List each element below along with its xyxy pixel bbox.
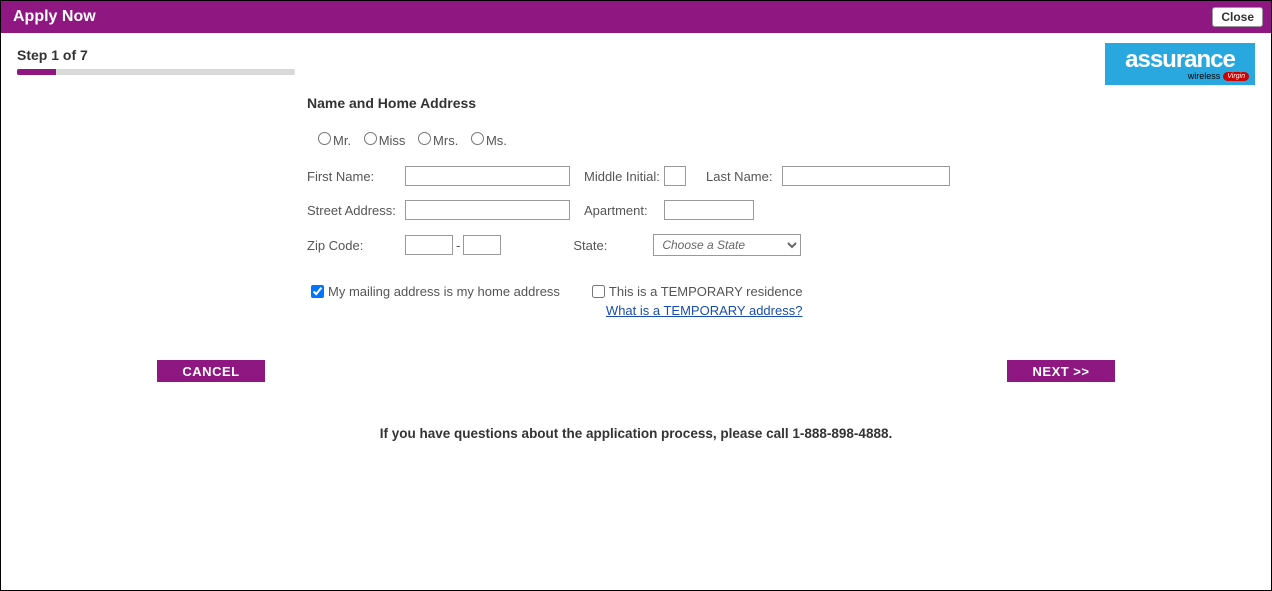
radio-mr[interactable]: Mr. [313, 133, 351, 148]
cancel-button[interactable]: CANCEL [157, 360, 265, 382]
radio-mrs-input[interactable] [418, 132, 431, 145]
radio-ms-input[interactable] [471, 132, 484, 145]
middle-initial-input[interactable] [664, 166, 686, 186]
content-area: Step 1 of 7 assurance wireless Virgin Na… [1, 33, 1271, 455]
street-address-input[interactable] [405, 200, 570, 220]
radio-miss-input[interactable] [364, 132, 377, 145]
step-label: Step 1 of 7 [17, 47, 1255, 63]
radio-miss[interactable]: Miss [359, 133, 406, 148]
app-window: Apply Now Close Step 1 of 7 assurance wi… [0, 0, 1272, 591]
first-name-input[interactable] [405, 166, 570, 186]
checkbox-mailing-home[interactable]: My mailing address is my home address [307, 284, 560, 318]
label-state: State: [573, 238, 653, 253]
last-name-input[interactable] [782, 166, 950, 186]
label-zip-code: Zip Code: [307, 238, 405, 253]
next-button[interactable]: NEXT >> [1007, 360, 1115, 382]
title-radio-group: Mr. Miss Mrs. Ms. [313, 129, 1007, 148]
form-area: Name and Home Address Mr. Miss Mrs. Ms. … [307, 95, 1007, 318]
virgin-badge: Virgin [1223, 72, 1249, 81]
row-name: First Name: Middle Initial: Last Name: [307, 166, 1007, 186]
state-select[interactable]: Choose a State [653, 234, 801, 256]
checkbox-temporary-input[interactable] [592, 285, 605, 298]
logo-sub-text: wireless Virgin [1188, 72, 1249, 81]
zip-dash: - [456, 238, 460, 253]
progress-fill [17, 69, 56, 75]
checkbox-row: My mailing address is my home address Th… [307, 284, 1007, 318]
temporary-address-link[interactable]: What is a TEMPORARY address? [606, 303, 803, 318]
radio-mr-input[interactable] [318, 132, 331, 145]
logo-main-text: assurance [1125, 48, 1235, 72]
label-middle-initial: Middle Initial: [584, 169, 664, 184]
label-last-name: Last Name: [706, 169, 782, 184]
zip-input-2[interactable] [463, 235, 501, 255]
label-street-address: Street Address: [307, 203, 405, 218]
header-bar: Apply Now Close [1, 1, 1271, 33]
help-text: If you have questions about the applicat… [17, 426, 1255, 441]
row-address: Street Address: Apartment: [307, 200, 1007, 220]
checkbox-mailing-input[interactable] [311, 285, 324, 298]
header-title: Apply Now [13, 8, 96, 26]
apartment-input[interactable] [664, 200, 754, 220]
row-zip-state: Zip Code: - State: Choose a State [307, 234, 1007, 256]
section-title: Name and Home Address [307, 95, 1007, 111]
zip-input-1[interactable] [405, 235, 453, 255]
close-button[interactable]: Close [1212, 7, 1263, 27]
label-first-name: First Name: [307, 169, 405, 184]
brand-logo: assurance wireless Virgin [1105, 43, 1255, 85]
radio-mrs[interactable]: Mrs. [413, 133, 458, 148]
button-row: CANCEL NEXT >> [17, 360, 1255, 382]
label-apartment: Apartment: [584, 203, 664, 218]
progress-bar [17, 69, 295, 75]
checkbox-temporary[interactable]: This is a TEMPORARY residence [588, 284, 803, 301]
radio-ms[interactable]: Ms. [466, 133, 507, 148]
